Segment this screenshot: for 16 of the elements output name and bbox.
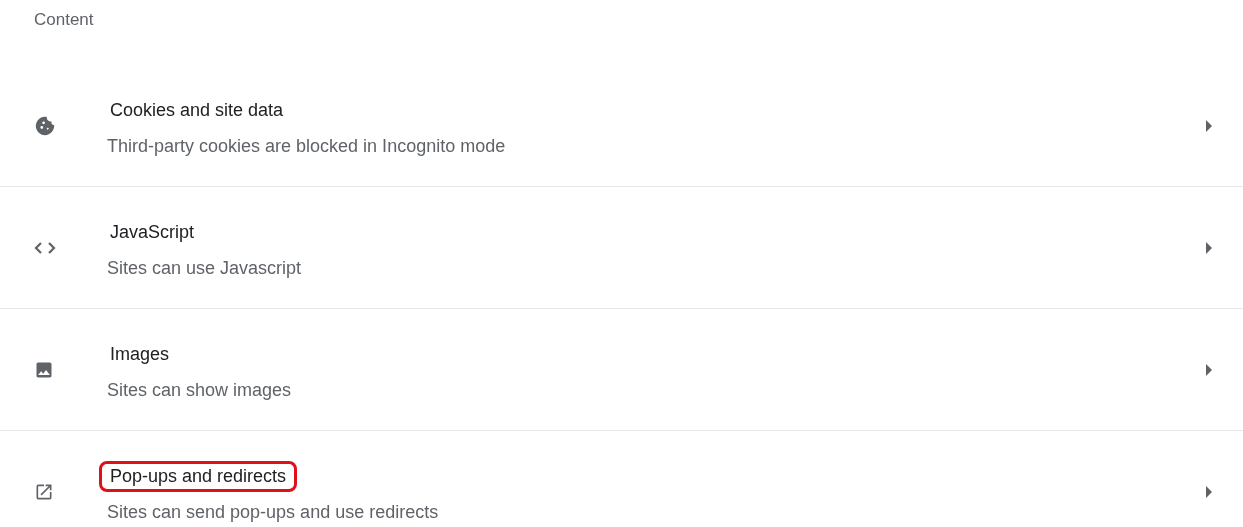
section-heading: Content bbox=[33, 9, 95, 31]
arrow-right-icon[interactable] bbox=[1205, 119, 1213, 132]
setting-description: Sites can use Javascript bbox=[107, 257, 302, 279]
code-icon bbox=[34, 240, 56, 255]
arrow-right-icon[interactable] bbox=[1205, 241, 1213, 254]
setting-title: Pop-ups and redirects bbox=[99, 461, 298, 492]
setting-description: Sites can send pop-ups and use redirects bbox=[107, 502, 439, 523]
setting-title: Images bbox=[109, 342, 171, 366]
setting-description: Sites can show images bbox=[107, 379, 292, 401]
setting-title: JavaScript bbox=[109, 220, 196, 244]
arrow-right-icon[interactable] bbox=[1205, 363, 1213, 376]
cookie-icon bbox=[34, 114, 56, 137]
arrow-right-icon[interactable] bbox=[1205, 486, 1213, 498]
open-external-icon bbox=[34, 482, 54, 502]
setting-description: Third-party cookies are blocked in Incognito mode bbox=[107, 135, 506, 157]
setting-title: Cookies and site data bbox=[109, 98, 285, 122]
